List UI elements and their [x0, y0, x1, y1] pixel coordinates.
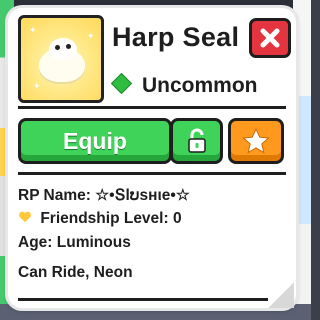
pet-thumbnail: ✦ ✦ ✦ — [18, 15, 104, 103]
divider-bottom — [18, 298, 286, 301]
sparkle-icon: ✦ — [33, 82, 41, 92]
sparkle-icon: ✦ — [87, 32, 95, 42]
heart-icon — [19, 211, 31, 223]
seal-eye — [55, 45, 60, 50]
pet-name-title: Harp Seal — [112, 22, 240, 52]
age-row: Age: Luminous — [18, 234, 131, 252]
close-icon — [260, 28, 280, 48]
star-icon — [242, 127, 270, 154]
divider-middle — [18, 172, 286, 175]
seal-eye — [66, 44, 71, 49]
background-top-bar — [0, 0, 311, 8]
friendship-label: Friendship Level: — [40, 210, 169, 227]
rarity-label: Uncommon — [142, 74, 258, 97]
equip-button[interactable]: Equip — [18, 118, 172, 164]
sparkle-icon: ✦ — [29, 26, 37, 36]
harp-seal-head — [49, 38, 77, 60]
age-value: Luminous — [56, 234, 131, 251]
rarity-diamond-icon — [110, 72, 133, 95]
traits-text: Can Ride, Neon — [18, 264, 133, 281]
favorite-button[interactable] — [228, 118, 284, 164]
divider-top — [18, 106, 286, 109]
close-button[interactable] — [249, 18, 291, 58]
lock-button[interactable] — [170, 118, 223, 164]
friendship-value: 0 — [172, 210, 182, 227]
rp-name-value: ☆•Տlບsнιe•☆ — [95, 187, 190, 204]
rp-name-label: RP Name: — [18, 187, 91, 204]
rp-name-row: RP Name: ☆•Տlບsнιe•☆ — [18, 186, 190, 205]
friendship-row: Friendship Level: 0 — [18, 210, 182, 228]
age-label: Age: — [18, 234, 53, 251]
page-corner-fold — [268, 282, 294, 308]
pet-info-card: ✦ ✦ ✦ Harp Seal Uncommon Equip RP Name: … — [8, 8, 296, 308]
lock-icon — [187, 128, 206, 153]
